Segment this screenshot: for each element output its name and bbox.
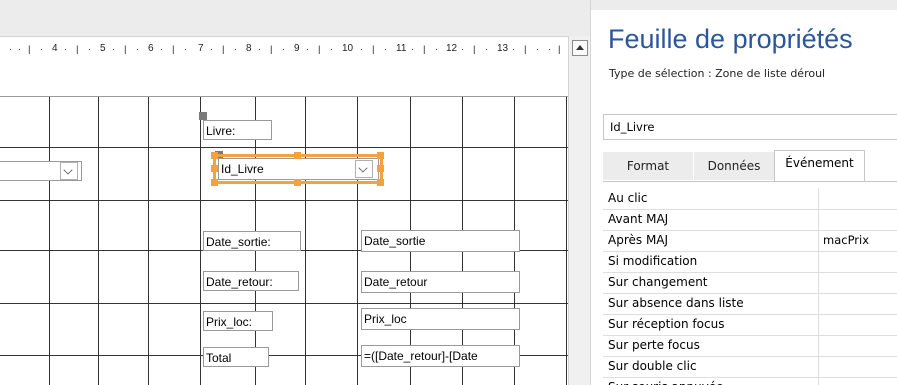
property-value[interactable] xyxy=(819,251,897,272)
property-value[interactable] xyxy=(819,209,897,230)
resize-handle[interactable] xyxy=(294,152,301,159)
move-handle[interactable] xyxy=(199,112,207,120)
property-row[interactable]: Si modification xyxy=(603,251,897,273)
resize-handle[interactable] xyxy=(211,179,218,186)
date-sortie-field[interactable]: Date_sortie xyxy=(361,230,520,252)
property-name: Au clic xyxy=(603,188,819,209)
grid-line xyxy=(0,303,568,304)
property-value[interactable] xyxy=(819,314,897,335)
grid-line xyxy=(98,97,99,385)
selection-type-text: Type de sélection : Zone de liste déroul xyxy=(609,67,826,80)
resize-handle[interactable] xyxy=(294,179,301,186)
property-name: Si modification xyxy=(603,251,819,272)
ruler-number: 7 xyxy=(198,43,204,54)
grid-line xyxy=(200,97,201,385)
property-sheet-top-strip xyxy=(591,0,897,10)
date-retour-label[interactable]: Date_retour: xyxy=(203,271,299,291)
ruler-number: 11 xyxy=(396,43,407,54)
property-row[interactable]: Sur double clic xyxy=(603,356,897,378)
triangle-up-icon[interactable] xyxy=(572,40,588,56)
property-name: Sur réception focus xyxy=(603,314,819,335)
designer-top-strip xyxy=(0,0,590,36)
grid-line xyxy=(0,200,568,201)
property-value[interactable] xyxy=(819,377,897,385)
property-table: Au clic Avant MAJ Après MAJ macPrix Si m… xyxy=(603,181,897,385)
property-name: Sur double clic xyxy=(603,356,819,377)
date-sortie-label[interactable]: Date_sortie: xyxy=(203,231,301,251)
resize-handle[interactable] xyxy=(211,165,218,172)
date-retour-field[interactable]: Date_retour xyxy=(361,271,520,293)
resize-handle[interactable] xyxy=(377,152,384,159)
property-row[interactable]: Sur réception focus xyxy=(603,314,897,336)
horizontal-ruler: · · | · 4 · | · 5 · | · 6 · | · 7 · | · … xyxy=(0,36,568,63)
section-band xyxy=(0,62,568,97)
property-sheet-title: Feuille de propriétés xyxy=(608,24,853,54)
livre-label[interactable]: Livre: xyxy=(203,120,272,140)
property-row[interactable]: Sur perte focus xyxy=(603,335,897,357)
property-name: Sur perte focus xyxy=(603,335,819,356)
grid-line xyxy=(357,97,358,385)
vertical-scrollbar[interactable] xyxy=(568,36,590,385)
grid-line xyxy=(305,97,306,385)
total-field[interactable]: =([Date_retour]-[Date xyxy=(361,345,520,367)
property-value[interactable] xyxy=(819,293,897,314)
property-sheet: Feuille de propriétés Type de sélection … xyxy=(590,0,897,385)
property-tabs: Format Données Événement xyxy=(603,150,897,181)
ruler-number: 4 xyxy=(52,43,58,54)
property-row[interactable]: Sur absence dans liste xyxy=(603,293,897,315)
grid-line xyxy=(566,97,567,385)
design-grid[interactable]: Livre: Id_Livre Date_sortie: Date_sortie… xyxy=(0,97,568,385)
form-designer[interactable]: · · | · 4 · | · 5 · | · 6 · | · 7 · | · … xyxy=(0,0,590,385)
property-row[interactable]: Après MAJ macPrix xyxy=(603,230,897,252)
property-value[interactable] xyxy=(819,335,897,356)
prix-loc-field[interactable]: Prix_loc xyxy=(361,308,520,330)
property-row[interactable]: Au clic xyxy=(603,188,897,210)
ruler-number: 6 xyxy=(148,43,154,54)
object-selector[interactable]: Id_Livre xyxy=(603,114,897,140)
ruler-number: 13 xyxy=(497,43,509,54)
prix-loc-label[interactable]: Prix_loc: xyxy=(203,311,273,331)
ruler-number: 9 xyxy=(294,43,300,54)
property-row[interactable]: Sur changement xyxy=(603,272,897,294)
resize-handle[interactable] xyxy=(211,152,218,159)
chevron-down-icon xyxy=(63,165,73,175)
property-value[interactable] xyxy=(819,272,897,293)
grid-line xyxy=(49,97,50,385)
property-row[interactable]: Sur souris appuyée xyxy=(603,377,897,385)
ruler-number: 8 xyxy=(246,43,252,54)
dropdown-button[interactable] xyxy=(60,162,78,180)
property-value[interactable]: macPrix xyxy=(819,230,897,251)
grid-line xyxy=(0,147,568,148)
ruler-number: 5 xyxy=(100,43,106,54)
property-name: Après MAJ xyxy=(603,230,819,251)
property-value[interactable] xyxy=(819,356,897,377)
total-label[interactable]: Total xyxy=(203,347,269,367)
property-value[interactable] xyxy=(819,188,897,209)
property-row[interactable]: Avant MAJ xyxy=(603,209,897,231)
property-name: Sur souris appuyée xyxy=(603,377,819,385)
tab-evenement[interactable]: Événement xyxy=(774,150,865,181)
tab-format[interactable]: Format xyxy=(603,152,693,180)
property-name: Sur changement xyxy=(603,272,819,293)
left-combo-field[interactable] xyxy=(0,161,82,181)
grid-line xyxy=(148,97,149,385)
tab-donnees[interactable]: Données xyxy=(694,152,774,180)
property-name: Sur absence dans liste xyxy=(603,293,819,314)
ruler-number: 12 xyxy=(446,43,458,54)
resize-handle[interactable] xyxy=(377,165,384,172)
property-name: Avant MAJ xyxy=(603,209,819,230)
resize-handle[interactable] xyxy=(377,179,384,186)
ruler-number: 10 xyxy=(342,43,354,54)
